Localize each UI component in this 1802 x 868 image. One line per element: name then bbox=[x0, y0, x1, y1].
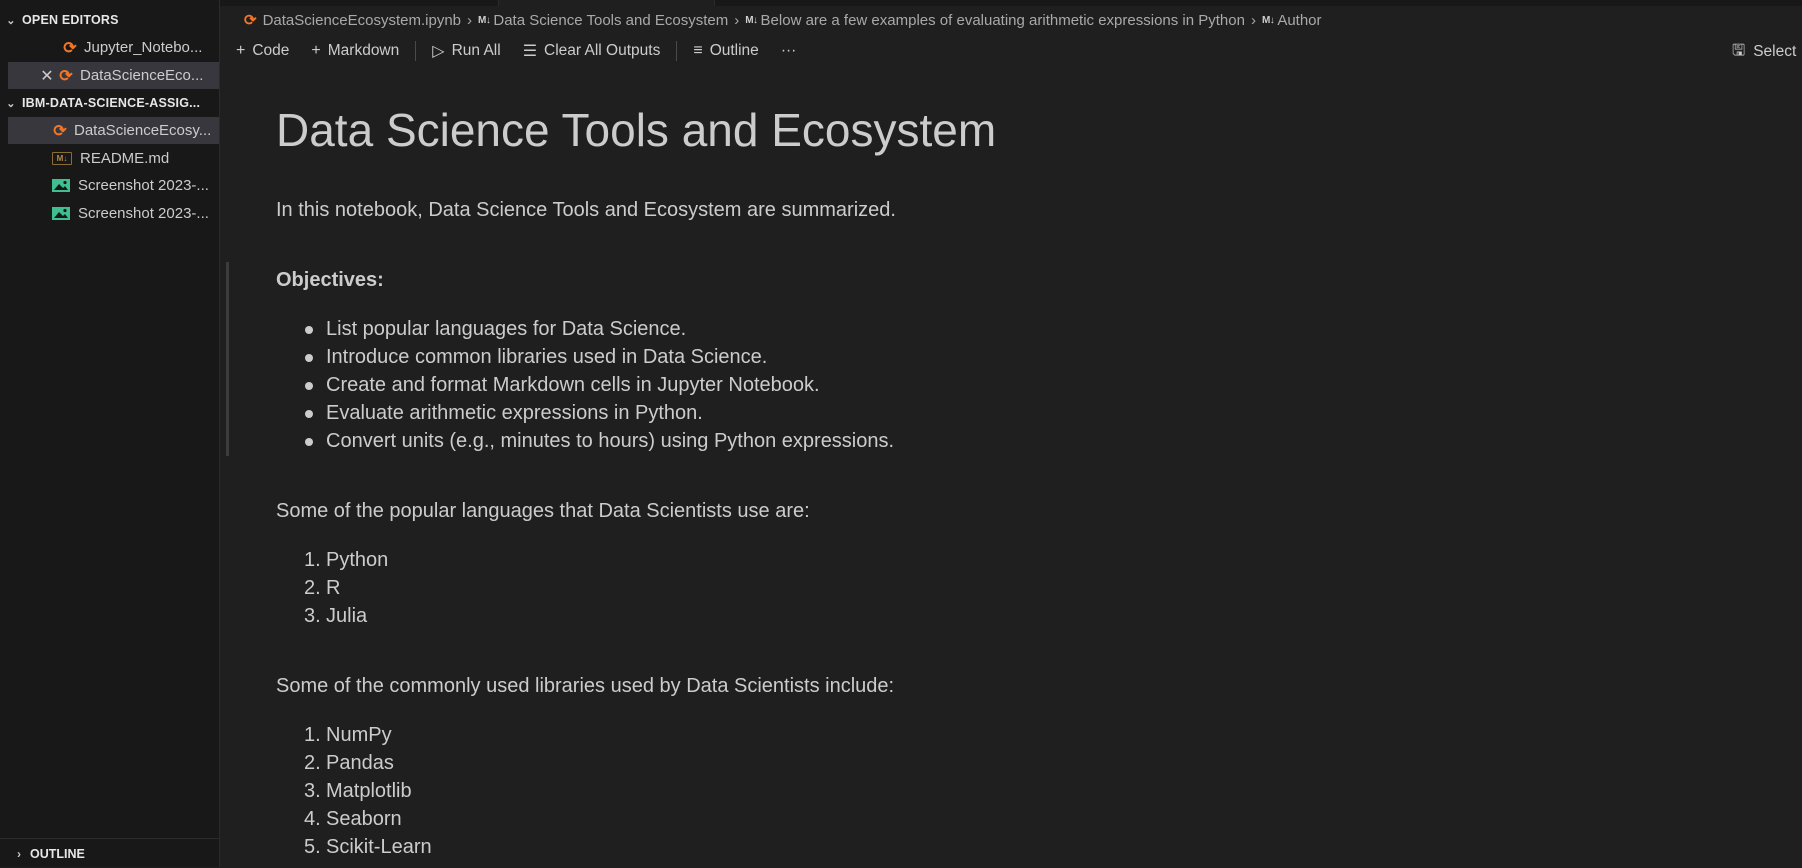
list-item: Julia bbox=[326, 605, 368, 627]
select-kernel-button[interactable]: 🖫 Select bbox=[1732, 38, 1796, 65]
file-item-screenshot[interactable]: Screenshot 2023-... bbox=[8, 172, 219, 199]
file-item-screenshot[interactable]: Screenshot 2023-... bbox=[8, 200, 219, 227]
plus-icon: + bbox=[236, 42, 246, 59]
more-actions-button[interactable]: ··· bbox=[777, 42, 801, 60]
markdown-icon: M↓ bbox=[478, 14, 491, 26]
intro-text: In this notebook, Data Science Tools and… bbox=[276, 199, 896, 221]
open-editor-item-active[interactable]: ✕ ⟳ DataScienceEco... bbox=[8, 62, 219, 89]
list-number: 1. bbox=[304, 724, 321, 746]
list-item: Matplotlib bbox=[326, 780, 412, 802]
bullet bbox=[305, 326, 313, 334]
chevron-down-icon: ⌄ bbox=[6, 14, 16, 27]
jupyter-icon: ⟳ bbox=[53, 122, 67, 140]
outline-button[interactable]: ≡ Outline bbox=[689, 42, 762, 60]
chevron-right-icon: › bbox=[467, 11, 473, 29]
open-editor-item[interactable]: ⟳ Jupyter_Notebo... bbox=[8, 34, 219, 61]
plus-icon: + bbox=[311, 42, 321, 59]
kernel-icon: 🖫 bbox=[1732, 42, 1746, 59]
file-item-notebook[interactable]: ⟳ DataScienceEcosy... bbox=[8, 117, 219, 144]
clear-outputs-button[interactable]: ☰ Clear All Outputs bbox=[519, 41, 665, 61]
active-tab[interactable] bbox=[498, 0, 715, 6]
file-item-readme[interactable]: M↓ README.md bbox=[8, 145, 219, 172]
list-item: Pandas bbox=[326, 752, 394, 774]
list-number: 4. bbox=[304, 808, 321, 830]
run-all-button[interactable]: ▷ Run All bbox=[428, 41, 504, 61]
list-icon: ≡ bbox=[693, 42, 703, 59]
bullet bbox=[305, 382, 313, 390]
list-number: 5. bbox=[304, 836, 321, 858]
toolbar-divider bbox=[415, 41, 417, 61]
breadcrumb-file[interactable]: DataScienceEcosystem.ipynb bbox=[263, 12, 461, 29]
chevron-down-icon: ⌄ bbox=[6, 97, 16, 110]
close-icon[interactable]: ✕ bbox=[38, 66, 56, 86]
chevron-right-icon: › bbox=[17, 846, 21, 861]
toolbar-divider bbox=[676, 41, 678, 61]
chevron-right-icon: › bbox=[734, 11, 740, 29]
cell-focus-bar[interactable] bbox=[226, 262, 229, 456]
markdown-icon: M↓ bbox=[1261, 14, 1275, 26]
list-number: 2. bbox=[304, 577, 321, 599]
notebook-title: Data Science Tools and Ecosystem bbox=[276, 104, 997, 156]
breadcrumb-item[interactable]: Author bbox=[1277, 12, 1321, 29]
explorer-sidebar: ⌄ OPEN EDITORS ⟳ Jupyter_Notebo... ✕ ⟳ D… bbox=[0, 0, 220, 867]
breadcrumb-item[interactable]: Data Science Tools and Ecosystem bbox=[493, 12, 728, 29]
jupyter-icon: ⟳ bbox=[244, 12, 257, 29]
outline-header[interactable]: › OUTLINE bbox=[0, 838, 219, 868]
list-number: 2. bbox=[304, 752, 321, 774]
jupyter-icon: ⟳ bbox=[63, 39, 77, 57]
tab-strip bbox=[220, 0, 1802, 6]
list-number: 3. bbox=[304, 605, 321, 627]
jupyter-icon: ⟳ bbox=[59, 67, 73, 85]
markdown-icon: M↓ bbox=[745, 14, 758, 26]
image-icon bbox=[52, 179, 70, 192]
bullet bbox=[305, 438, 313, 446]
bullet bbox=[305, 410, 313, 418]
objectives-heading: Objectives: bbox=[276, 269, 384, 291]
list-item: Seaborn bbox=[326, 808, 402, 830]
libraries-intro: Some of the commonly used libraries used… bbox=[276, 675, 895, 697]
bullet bbox=[305, 354, 313, 362]
ellipsis-icon: ··· bbox=[780, 42, 797, 59]
list-number: 1. bbox=[304, 549, 321, 571]
chevron-right-icon: › bbox=[1250, 11, 1256, 29]
list-item: Python bbox=[326, 549, 389, 571]
open-editors-header[interactable]: ⌄ OPEN EDITORS bbox=[0, 9, 219, 31]
list-item: Scikit-Learn bbox=[326, 836, 432, 858]
breadcrumb: ⟳ DataScienceEcosystem.ipynb › M↓ Data S… bbox=[244, 8, 1322, 32]
clear-all-icon: ☰ bbox=[522, 43, 538, 60]
add-code-button[interactable]: + Code bbox=[232, 42, 293, 60]
image-icon bbox=[52, 207, 70, 220]
list-item: NumPy bbox=[326, 724, 392, 746]
play-icon: ▷ bbox=[432, 43, 445, 60]
add-markdown-button[interactable]: + Markdown bbox=[307, 42, 403, 60]
folder-header[interactable]: ⌄ IBM-DATA-SCIENCE-ASSIG... bbox=[0, 92, 219, 114]
markdown-icon: M↓ bbox=[52, 152, 72, 165]
list-item: R bbox=[326, 577, 341, 599]
breadcrumb-item[interactable]: Below are a few examples of evaluating a… bbox=[761, 12, 1245, 29]
list-number: 3. bbox=[304, 780, 321, 802]
notebook-toolbar: + Code + Markdown ▷ Run All ☰ Clear All … bbox=[232, 36, 814, 66]
languages-intro: Some of the popular languages that Data … bbox=[276, 500, 810, 522]
